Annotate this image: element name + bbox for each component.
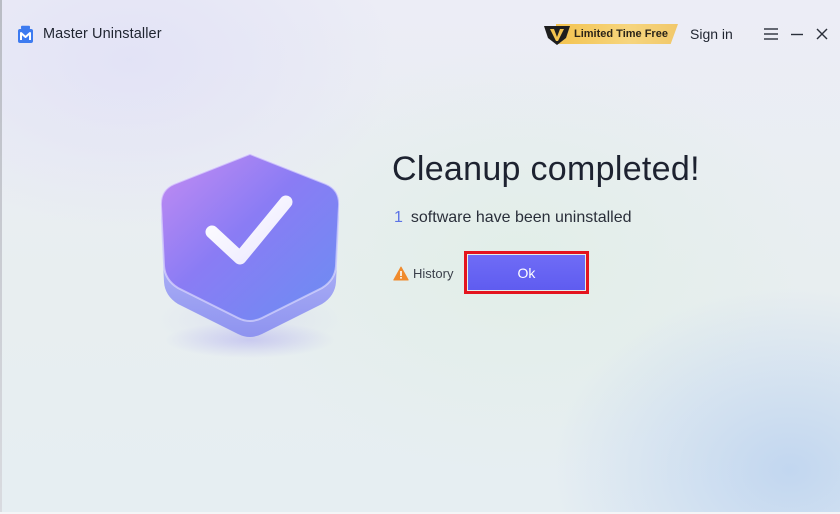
history-label: History xyxy=(413,266,454,281)
checkmark-shield-icon xyxy=(158,152,342,358)
app-title: Master Uninstaller xyxy=(43,26,162,42)
app-window: Master Uninstaller Limited Time Free Sig… xyxy=(0,0,840,514)
warning-icon xyxy=(393,266,409,281)
cleanup-title: Cleanup completed! xyxy=(392,150,700,188)
minimize-icon[interactable] xyxy=(788,24,806,44)
sign-in-button[interactable]: Sign in xyxy=(690,26,733,42)
window-edge xyxy=(0,0,2,514)
promo-label: Limited Time Free xyxy=(574,28,668,40)
menu-icon[interactable] xyxy=(762,24,780,44)
uninstall-summary: 1 software have been uninstalled xyxy=(394,209,632,227)
limited-time-free-badge[interactable]: Limited Time Free xyxy=(542,22,678,46)
close-icon[interactable] xyxy=(813,24,831,44)
uninstalled-count: 1 xyxy=(394,209,403,226)
ok-button[interactable]: Ok xyxy=(468,255,585,290)
uninstall-message: software have been uninstalled xyxy=(410,209,632,226)
app-logo-icon xyxy=(18,25,33,43)
vip-v-badge-icon xyxy=(544,26,570,45)
